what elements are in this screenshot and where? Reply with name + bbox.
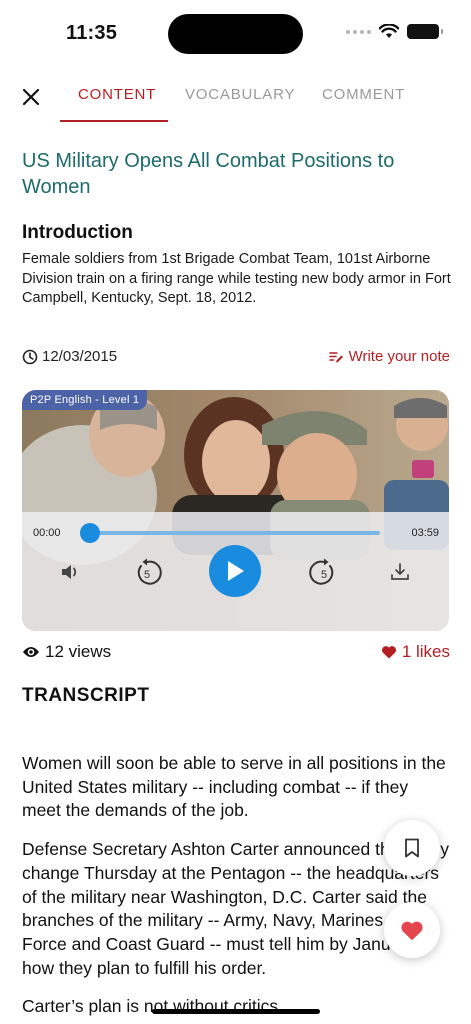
heart-icon [401, 921, 423, 940]
download-button[interactable] [388, 560, 412, 584]
favorite-button[interactable] [384, 902, 440, 958]
section-heading: Introduction [22, 222, 133, 243]
download-icon [391, 563, 409, 580]
audio-player: P2P English - Level 1 00:00 03:59 5 5 [22, 390, 449, 631]
level-badge: P2P English - Level 1 [22, 390, 148, 410]
status-bar: 11:35 [0, 0, 471, 70]
transcript-body: Women will soon be able to serve in all … [22, 752, 450, 1024]
total-time: 03:59 [411, 527, 439, 539]
play-icon [228, 561, 244, 581]
bookmark-button[interactable] [384, 820, 440, 876]
rewind-button[interactable]: 5 [131, 556, 163, 588]
battery-icon [407, 24, 443, 39]
heart-icon [381, 646, 396, 659]
views-count: 12 views [22, 642, 111, 662]
transcript-heading: TRANSCRIPT [22, 685, 150, 706]
write-note-button[interactable]: Write your note [328, 348, 450, 365]
write-note-label: Write your note [348, 348, 450, 365]
bookmark-icon [405, 838, 419, 858]
like-button[interactable]: 1 likes [381, 642, 450, 662]
rewind-5-icon: 5 [137, 558, 162, 585]
progress-thumb[interactable] [80, 523, 100, 543]
tab-content[interactable]: CONTENT [78, 86, 156, 103]
article-title: US Military Opens All Combat Positions t… [22, 150, 395, 198]
transcript-paragraph: Women will soon be able to serve in all … [22, 753, 446, 821]
tab-vocabulary[interactable]: VOCABULARY [185, 86, 295, 103]
active-tab-indicator [60, 120, 168, 122]
likes-text: 1 likes [401, 642, 450, 661]
volume-icon [62, 565, 77, 579]
forward-seconds: 5 [321, 569, 327, 581]
tab-bar: CONTENT VOCABULARY COMMENT [0, 70, 471, 124]
forward-button[interactable]: 5 [308, 556, 340, 588]
home-indicator [152, 1009, 320, 1014]
dynamic-island [168, 14, 303, 54]
volume-button[interactable] [58, 560, 82, 584]
rewind-seconds: 5 [144, 569, 150, 581]
status-time: 11:35 [66, 22, 118, 44]
close-icon [22, 88, 40, 106]
wifi-icon [379, 24, 399, 38]
progress-bar[interactable] [80, 523, 380, 543]
stats-row: 12 views 1 likes [22, 642, 450, 664]
status-icons [346, 24, 443, 39]
tab-comment[interactable]: COMMENT [322, 86, 405, 103]
views-text: 12 views [45, 642, 112, 661]
transcript-paragraph: Carter’s plan is not without critics. [22, 996, 283, 1017]
eye-icon [23, 647, 39, 657]
play-button[interactable] [209, 545, 261, 597]
clock-icon [22, 349, 38, 364]
forward-5-icon: 5 [309, 558, 334, 585]
edit-note-icon [328, 351, 343, 362]
intro-text: Female soldiers from 1st Brigade Combat … [22, 251, 451, 306]
date-text: 12/03/2015 [42, 348, 118, 365]
cellular-signal-icon [346, 29, 371, 34]
current-time: 00:00 [33, 527, 61, 539]
publish-date: 12/03/2015 [22, 348, 117, 365]
meta-row: 12/03/2015 Write your note [22, 348, 450, 370]
close-button[interactable] [18, 84, 44, 110]
player-controls: 00:00 03:59 5 5 [22, 512, 449, 631]
